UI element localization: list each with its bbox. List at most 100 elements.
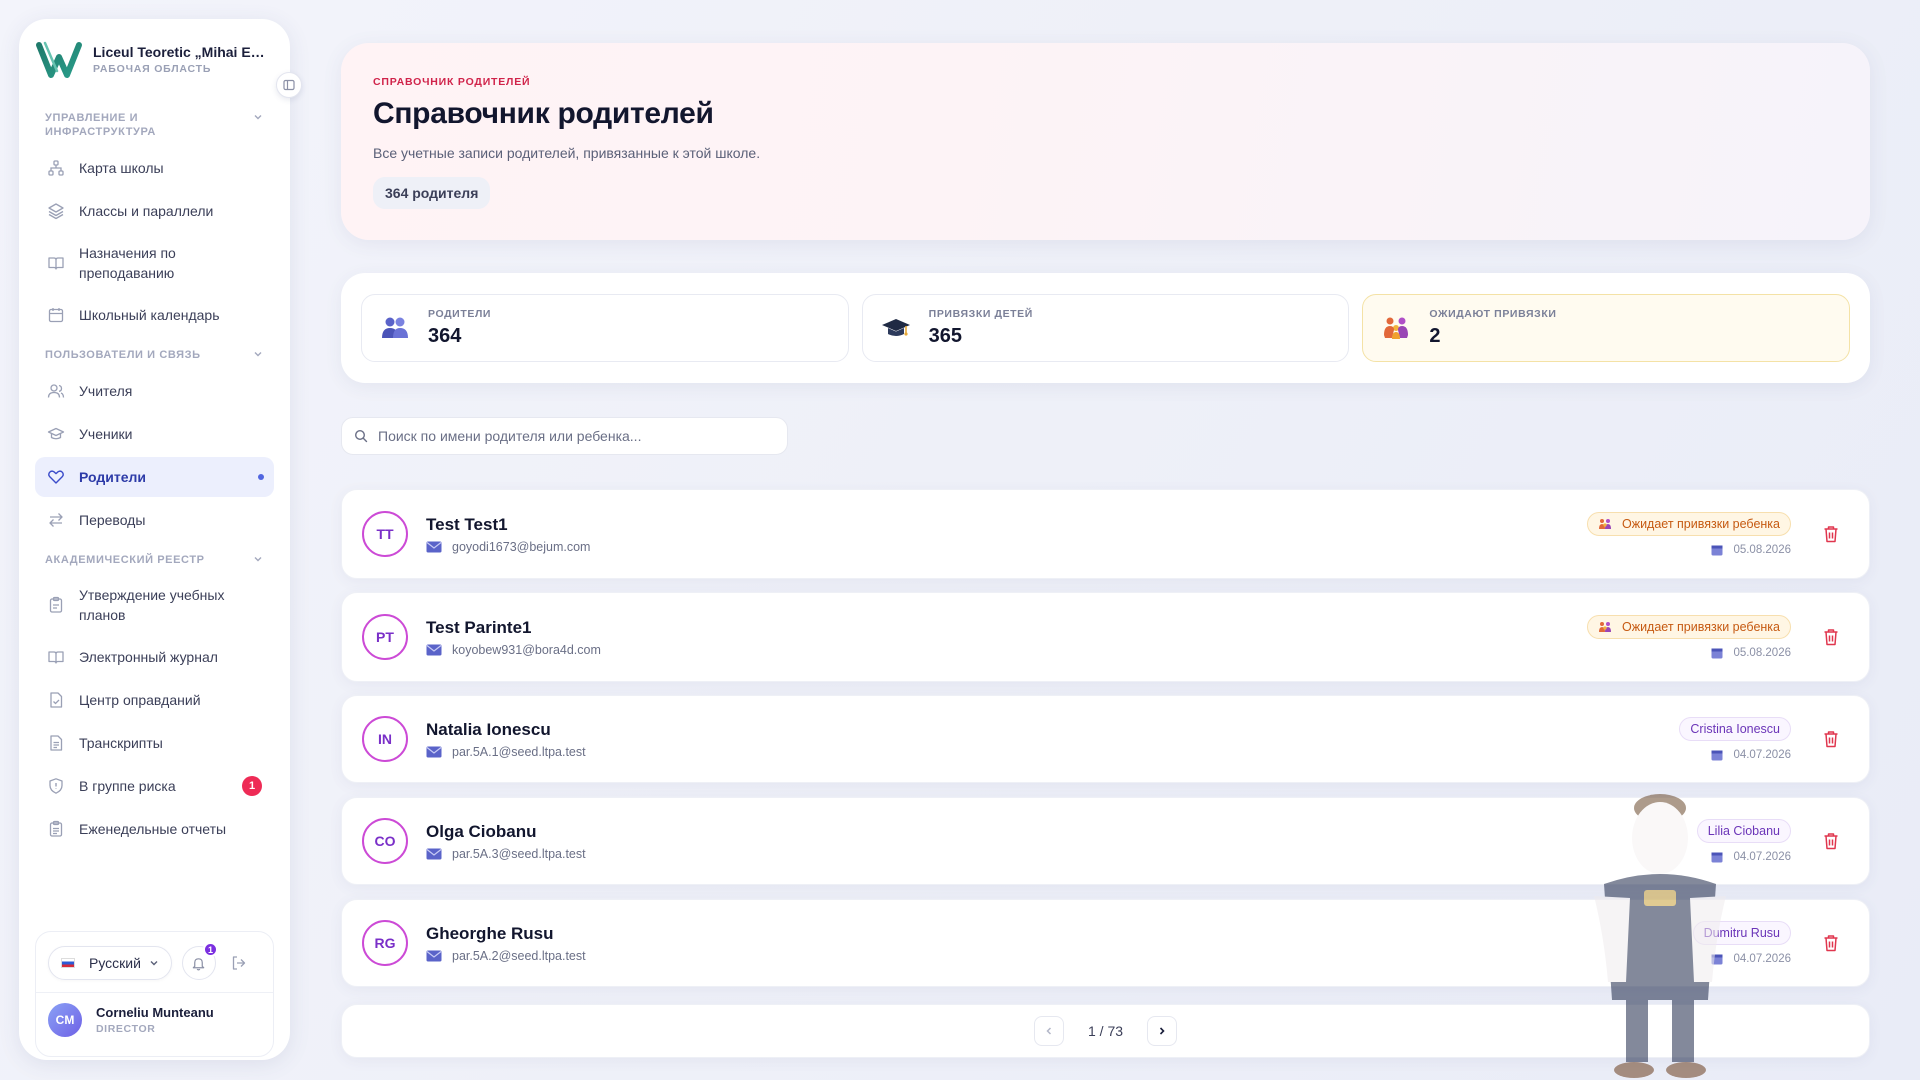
page-header: СПРАВОЧНИК РОДИТЕЛЕЙ Справочник родителе… xyxy=(341,43,1870,240)
brand[interactable]: Liceul Teoretic „Mihai Emi... РАБОЧАЯ ОБ… xyxy=(35,37,274,81)
language-select[interactable]: Русский xyxy=(48,946,172,980)
child-badge[interactable]: Cristina Ionescu xyxy=(1679,717,1791,741)
search-box[interactable] xyxy=(341,417,788,455)
parent-row[interactable]: IN Natalia Ionescu par.5A.1@seed.ltpa.te… xyxy=(341,695,1870,783)
sidebar-item-at-risk[interactable]: В группе риска 1 xyxy=(35,766,274,806)
sidebar-item-curriculum-approval[interactable]: Утверждение учебных планов xyxy=(35,576,274,634)
delete-icon[interactable] xyxy=(1823,525,1839,543)
sidebar-footer: Русский 1 CM Corneliu Munteanu DIRECTOR xyxy=(35,931,274,1057)
delete-icon[interactable] xyxy=(1823,628,1839,646)
delete-icon[interactable] xyxy=(1823,730,1839,748)
sidebar-item-label: Школьный календарь xyxy=(79,307,220,323)
mail-icon xyxy=(426,644,442,655)
heart-icon xyxy=(48,470,64,484)
parent-row[interactable]: TT Test Test1 goyodi1673@bejum.com Ожида… xyxy=(341,489,1870,579)
link-date: 05.08.2026 xyxy=(1733,544,1791,556)
sidebar-item-excuses-center[interactable]: Центр оправданий xyxy=(35,680,274,720)
file-check-icon xyxy=(50,692,63,708)
sidebar-item-label: В группе риска xyxy=(79,778,176,794)
parent-email: goyodi1673@bejum.com xyxy=(452,539,591,554)
sidebar-toggle-icon xyxy=(283,79,295,91)
layers-icon xyxy=(48,203,64,220)
transfer-icon xyxy=(49,513,63,527)
nav-section-management[interactable]: УПРАВЛЕНИЕ И ИНФРАСТРУКТУРА xyxy=(35,101,274,145)
nav-section-users[interactable]: ПОЛЬЗОВАТЕЛИ И СВЯЗЬ xyxy=(35,338,274,368)
sidebar-item-transfers[interactable]: Переводы xyxy=(35,500,274,540)
notifications-count-badge: 1 xyxy=(202,942,218,957)
pending-link-label: Ожидает привязки ребенка xyxy=(1621,620,1780,634)
chevron-right-icon xyxy=(1159,1027,1165,1035)
mascot-figure xyxy=(1594,794,1726,1078)
avatar: CM xyxy=(48,1003,82,1037)
sidebar-item-label: Центр оправданий xyxy=(79,692,201,708)
parent-name: Gheorghe Rusu xyxy=(426,923,554,943)
chevron-down-icon xyxy=(150,961,158,966)
chevron-down-icon xyxy=(254,352,262,357)
parent-name: Natalia Ionescu xyxy=(426,719,551,739)
sidebar-item-label: Учителя xyxy=(79,383,133,399)
link-date: 04.07.2026 xyxy=(1733,749,1791,761)
prev-page-button[interactable] xyxy=(1033,1016,1064,1046)
link-date: 04.07.2026 xyxy=(1733,851,1791,863)
pending-link-badge: Ожидает привязки ребенка xyxy=(1586,512,1791,536)
notifications-button[interactable]: 1 xyxy=(181,942,218,980)
parent-email: par.5A.3@seed.ltpa.test xyxy=(452,846,586,861)
mail-icon xyxy=(426,848,442,859)
sidebar-item-students[interactable]: Ученики xyxy=(35,414,274,454)
nav-section-label: АКАДЕМИЧЕСКИЙ РЕЕСТР xyxy=(45,554,205,566)
delete-icon[interactable] xyxy=(1823,832,1839,850)
delete-icon[interactable] xyxy=(1823,934,1839,952)
avatar: TT xyxy=(362,511,408,557)
sidebar-item-teachers[interactable]: Учителя xyxy=(35,371,274,411)
clipboard-list-icon xyxy=(49,820,63,837)
book-icon xyxy=(48,257,64,270)
parent-email: koyobew931@bora4d.com xyxy=(452,642,601,657)
chevron-left-icon xyxy=(1046,1027,1052,1035)
user-name: Corneliu Munteanu xyxy=(96,1005,214,1020)
pending-link-label: Ожидает привязки ребенка xyxy=(1621,517,1780,531)
sidebar-nav: УПРАВЛЕНИЕ И ИНФРАСТРУКТУРА Карта школы … xyxy=(35,101,274,891)
language-label: Русский xyxy=(89,955,141,971)
flag-icon xyxy=(61,958,75,968)
collapse-sidebar-button[interactable] xyxy=(276,72,302,98)
sidebar-item-transcripts[interactable]: Транскрипты xyxy=(35,723,274,763)
stat-label: ОЖИДАЮТ ПРИВЯЗКИ xyxy=(1429,308,1557,320)
avatar: PT xyxy=(362,614,408,660)
school-name: Liceul Teoretic „Mihai Emi... xyxy=(93,43,273,60)
family-icon xyxy=(1598,622,1611,632)
bell-icon xyxy=(193,957,205,970)
logout-icon[interactable] xyxy=(230,954,248,972)
parents-count-pill: 364 родителя xyxy=(373,177,491,209)
user-role: DIRECTOR xyxy=(96,1023,156,1035)
search-input[interactable] xyxy=(378,428,775,444)
sidebar-item-e-journal[interactable]: Электронный журнал xyxy=(35,637,274,677)
page-indicator: 1 / 73 xyxy=(1087,1023,1124,1039)
sidebar-item-school-map[interactable]: Карта школы xyxy=(35,148,274,188)
sidebar-item-school-calendar[interactable]: Школьный календарь xyxy=(35,295,274,335)
stat-value: 364 xyxy=(428,325,462,347)
sidebar-item-weekly-reports[interactable]: Еженедельные отчеты xyxy=(35,809,274,849)
sidebar-item-teaching-assignments[interactable]: Назначения по преподаванию xyxy=(35,234,274,292)
nav-scroll-fade xyxy=(35,889,274,919)
nav-section-academic[interactable]: АКАДЕМИЧЕСКИЙ РЕЕСТР xyxy=(35,543,274,573)
parent-name: Olga Ciobanu xyxy=(426,821,537,841)
parent-row[interactable]: PT Test Parinte1 koyobew931@bora4d.com О… xyxy=(341,592,1870,682)
clipboard-icon xyxy=(49,596,63,613)
mail-icon xyxy=(426,746,442,757)
active-indicator xyxy=(258,474,264,480)
avatar: RG xyxy=(362,920,408,966)
pending-link-badge: Ожидает привязки ребенка xyxy=(1586,615,1791,639)
sidebar-item-classes[interactable]: Классы и параллели xyxy=(35,191,274,231)
calendar-icon xyxy=(1711,648,1723,659)
parents-icon xyxy=(382,317,408,338)
user-profile[interactable]: CM Corneliu Munteanu DIRECTOR xyxy=(36,993,273,1047)
link-date: 05.08.2026 xyxy=(1733,647,1791,659)
next-page-button[interactable] xyxy=(1147,1016,1178,1046)
page-description: Все учетные записи родителей, привязанны… xyxy=(373,145,761,161)
chevron-down-icon xyxy=(254,557,262,562)
sidebar-item-label: Транскрипты xyxy=(79,735,163,751)
parent-name: Test Parinte1 xyxy=(426,617,532,637)
sidebar-item-label: Карта школы xyxy=(79,160,164,176)
page-eyebrow: СПРАВОЧНИК РОДИТЕЛЕЙ xyxy=(373,76,531,88)
sidebar-item-parents[interactable]: Родители xyxy=(35,457,274,497)
